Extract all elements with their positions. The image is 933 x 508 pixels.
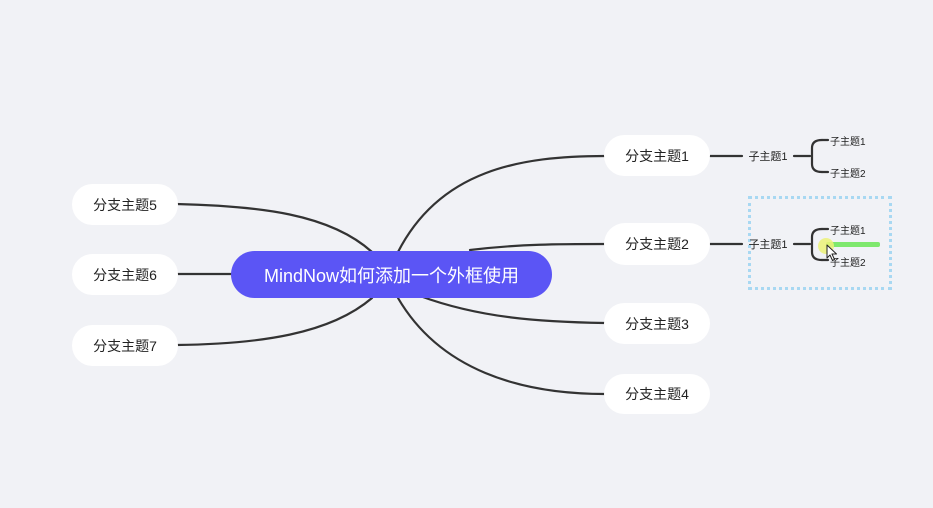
subtopic-label: 子主题1 — [748, 239, 788, 251]
leaf-topic-b2-1[interactable]: 子主题1 — [830, 221, 880, 237]
branch-topic-7[interactable]: 分支主题7 — [72, 325, 178, 366]
link-root-branch-2 — [468, 242, 607, 252]
subtopic-b2[interactable]: 子主题1 — [744, 235, 792, 253]
mindmap-canvas[interactable]: MindNow如何添加一个外框使用 分支主题1 分支主题2 分支主题3 分支主题… — [0, 0, 933, 508]
root-topic[interactable]: MindNow如何添加一个外框使用 — [231, 251, 552, 298]
branch-topic-label: 分支主题7 — [93, 337, 157, 354]
mouse-pointer-icon — [826, 244, 837, 261]
branch-topic-label: 分支主题1 — [625, 147, 689, 164]
branch-topic-label: 分支主题3 — [625, 315, 689, 332]
root-topic-label: MindNow如何添加一个外框使用 — [263, 265, 520, 286]
link-root-branch-5 — [174, 202, 374, 254]
branch-topic-3[interactable]: 分支主题3 — [604, 303, 710, 344]
bracket-sub-1 — [810, 138, 824, 174]
branch-topic-label: 分支主题6 — [93, 266, 157, 283]
branch-topic-4[interactable]: 分支主题4 — [604, 374, 710, 414]
branch-topic-6[interactable]: 分支主题6 — [72, 254, 178, 295]
subtopic-label: 子主题1 — [748, 151, 788, 163]
branch-topic-label: 分支主题5 — [93, 196, 157, 213]
branch-topic-1[interactable]: 分支主题1 — [604, 135, 710, 176]
link-root-branch-1 — [396, 154, 607, 254]
link-root-branch-7 — [174, 296, 374, 347]
subtopic-b1[interactable]: 子主题1 — [744, 147, 792, 165]
leaf-topic-label: 子主题2 — [830, 168, 866, 180]
leaf-topic-label: 子主题1 — [830, 225, 866, 237]
leaf-topic-label: 子主题1 — [830, 136, 866, 148]
branch-topic-5[interactable]: 分支主题5 — [72, 184, 178, 225]
branch-topic-label: 分支主题4 — [625, 386, 689, 402]
branch-topic-2[interactable]: 分支主题2 — [604, 223, 710, 265]
link-root-branch-3 — [418, 294, 607, 325]
leaf-topic-b1-1[interactable]: 子主题1 — [830, 132, 880, 148]
link-root-branch-4 — [396, 296, 607, 396]
branch-topic-label: 分支主题2 — [625, 236, 689, 252]
leaf-topic-b1-2[interactable]: 子主题2 — [830, 164, 880, 180]
